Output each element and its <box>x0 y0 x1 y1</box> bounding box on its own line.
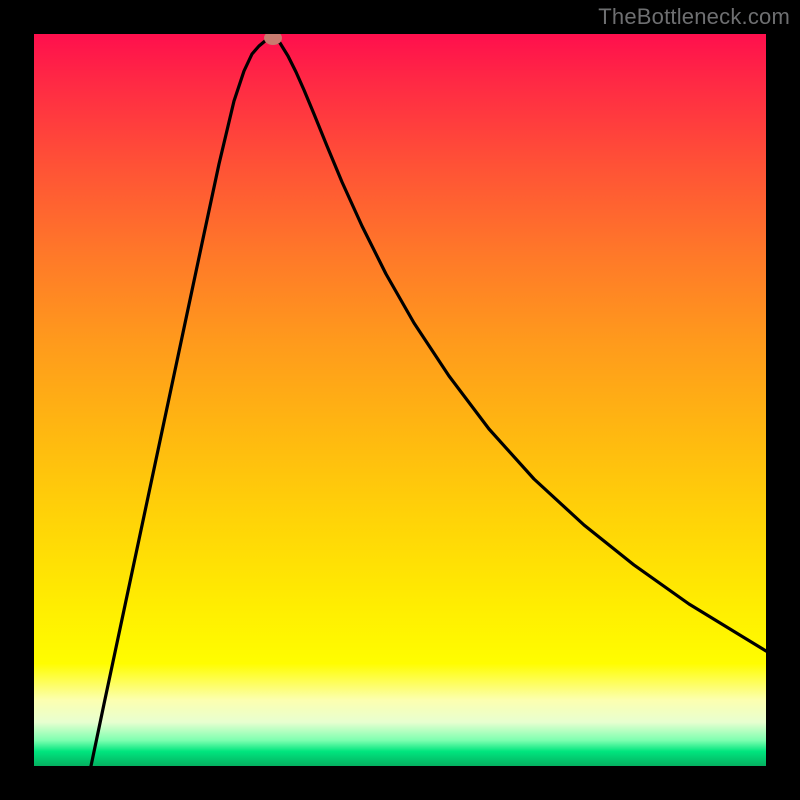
chart-frame: TheBottleneck.com <box>0 0 800 800</box>
plot-background-gradient <box>34 34 766 766</box>
watermark-text: TheBottleneck.com <box>598 4 790 30</box>
